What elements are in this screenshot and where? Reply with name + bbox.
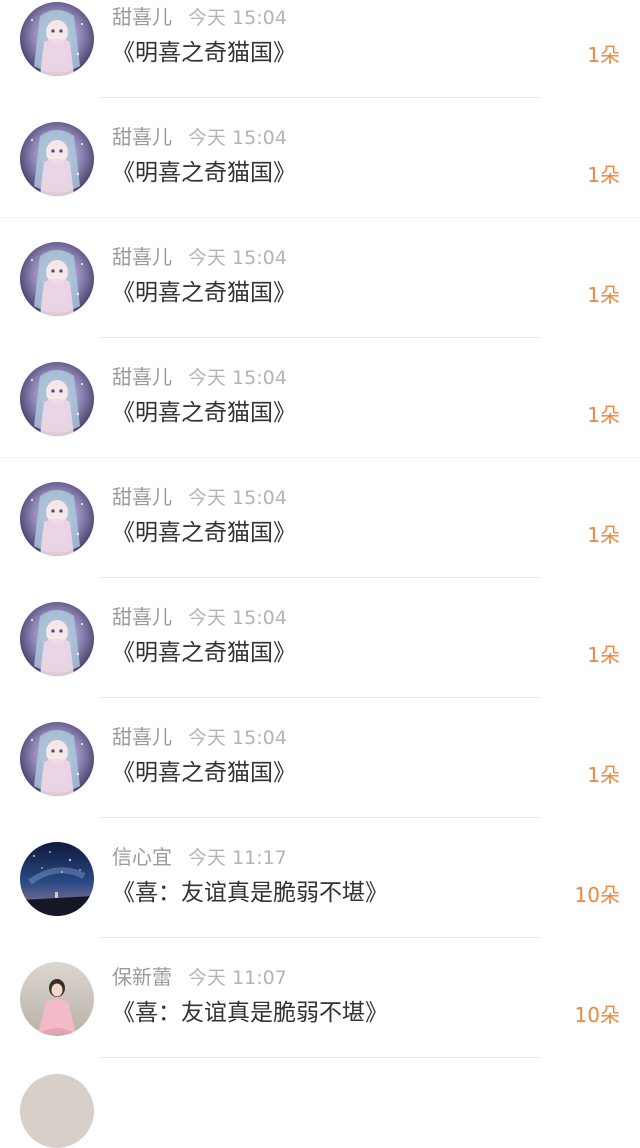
item-meta: 保新蕾 今天 11:07 xyxy=(112,962,287,992)
anime-girl-avatar-icon xyxy=(20,242,94,316)
timestamp: 今天 15:04 xyxy=(188,247,287,269)
list-item[interactable]: 甜喜儿 今天 15:04 《明喜之奇猫国》 1朵 xyxy=(0,578,640,698)
gift-count: 1朵 xyxy=(587,163,620,187)
book-title[interactable]: 《喜：友谊真是脆弱不堪》 xyxy=(112,996,388,1030)
user-avatar[interactable] xyxy=(20,242,94,316)
book-title[interactable]: 《明喜之奇猫国》 xyxy=(112,36,296,70)
user-avatar[interactable] xyxy=(20,482,94,556)
row-divider xyxy=(100,1057,540,1058)
timestamp: 今天 15:04 xyxy=(188,607,287,629)
book-title[interactable]: 《明喜之奇猫国》 xyxy=(112,156,296,190)
list-item[interactable]: 信心宜 今天 11:17 《喜：友谊真是脆弱不堪》 10朵 xyxy=(0,818,640,938)
starry-night-avatar-icon xyxy=(20,842,94,916)
item-meta: 甜喜儿 今天 15:04 xyxy=(112,602,287,632)
next-row-avatar-partial xyxy=(20,1074,94,1148)
gift-count: 1朵 xyxy=(587,523,620,547)
timestamp: 今天 15:04 xyxy=(188,367,287,389)
timestamp: 今天 15:04 xyxy=(188,727,287,749)
timestamp: 今天 11:07 xyxy=(188,967,287,989)
anime-girl-avatar-icon xyxy=(20,122,94,196)
list-item[interactable]: 保新蕾 今天 11:07 《喜：友谊真是脆弱不堪》 10朵 xyxy=(0,938,640,1058)
gift-count: 10朵 xyxy=(574,1003,620,1027)
list-item[interactable]: 甜喜儿 今天 15:04 《明喜之奇猫国》 1朵 xyxy=(0,218,640,338)
gift-count: 1朵 xyxy=(587,283,620,307)
user-name[interactable]: 甜喜儿 xyxy=(112,125,172,149)
item-meta: 甜喜儿 今天 15:04 xyxy=(112,482,287,512)
user-avatar[interactable] xyxy=(20,2,94,76)
list-item[interactable]: 甜喜儿 今天 15:04 《明喜之奇猫国》 1朵 xyxy=(0,338,640,458)
timestamp: 今天 15:04 xyxy=(188,7,287,29)
book-title[interactable]: 《明喜之奇猫国》 xyxy=(112,636,296,670)
girl-photo-avatar-icon xyxy=(20,962,94,1036)
user-name[interactable]: 甜喜儿 xyxy=(112,365,172,389)
book-title[interactable]: 《明喜之奇猫国》 xyxy=(112,396,296,430)
book-title[interactable]: 《明喜之奇猫国》 xyxy=(112,516,296,550)
gift-count: 10朵 xyxy=(574,883,620,907)
user-name[interactable]: 信心宜 xyxy=(112,845,172,869)
item-meta: 甜喜儿 今天 15:04 xyxy=(112,242,287,272)
item-meta: 甜喜儿 今天 15:04 xyxy=(112,362,287,392)
user-avatar[interactable] xyxy=(20,842,94,916)
item-meta: 甜喜儿 今天 15:04 xyxy=(112,722,287,752)
gift-count: 1朵 xyxy=(587,643,620,667)
user-avatar[interactable] xyxy=(20,602,94,676)
book-title[interactable]: 《明喜之奇猫国》 xyxy=(112,276,296,310)
timestamp: 今天 15:04 xyxy=(188,487,287,509)
item-meta: 甜喜儿 今天 15:04 xyxy=(112,122,287,152)
item-meta: 甜喜儿 今天 15:04 xyxy=(112,2,287,32)
user-name[interactable]: 甜喜儿 xyxy=(112,605,172,629)
book-title[interactable]: 《明喜之奇猫国》 xyxy=(112,756,296,790)
user-avatar[interactable] xyxy=(20,962,94,1036)
anime-girl-avatar-icon xyxy=(20,482,94,556)
list-item[interactable]: 甜喜儿 今天 15:04 《明喜之奇猫国》 1朵 xyxy=(0,0,640,98)
timestamp: 今天 11:17 xyxy=(188,847,287,869)
gift-record-list: 甜喜儿 今天 15:04 《明喜之奇猫国》 1朵 甜喜儿 今天 15:04 《明… xyxy=(0,0,640,1058)
item-meta: 信心宜 今天 11:17 xyxy=(112,842,287,872)
user-avatar[interactable] xyxy=(20,362,94,436)
anime-girl-avatar-icon xyxy=(20,722,94,796)
gift-count: 1朵 xyxy=(587,403,620,427)
user-name[interactable]: 甜喜儿 xyxy=(112,5,172,29)
user-avatar[interactable] xyxy=(20,122,94,196)
gift-count: 1朵 xyxy=(587,763,620,787)
anime-girl-avatar-icon xyxy=(20,2,94,76)
user-name[interactable]: 甜喜儿 xyxy=(112,725,172,749)
list-item[interactable]: 甜喜儿 今天 15:04 《明喜之奇猫国》 1朵 xyxy=(0,98,640,218)
timestamp: 今天 15:04 xyxy=(188,127,287,149)
user-avatar[interactable] xyxy=(20,722,94,796)
book-title[interactable]: 《喜：友谊真是脆弱不堪》 xyxy=(112,876,388,910)
anime-girl-avatar-icon xyxy=(20,602,94,676)
user-name[interactable]: 保新蕾 xyxy=(112,965,172,989)
user-name[interactable]: 甜喜儿 xyxy=(112,245,172,269)
gift-count: 1朵 xyxy=(587,43,620,67)
user-name[interactable]: 甜喜儿 xyxy=(112,485,172,509)
list-item[interactable]: 甜喜儿 今天 15:04 《明喜之奇猫国》 1朵 xyxy=(0,698,640,818)
anime-girl-avatar-icon xyxy=(20,362,94,436)
list-item[interactable]: 甜喜儿 今天 15:04 《明喜之奇猫国》 1朵 xyxy=(0,458,640,578)
